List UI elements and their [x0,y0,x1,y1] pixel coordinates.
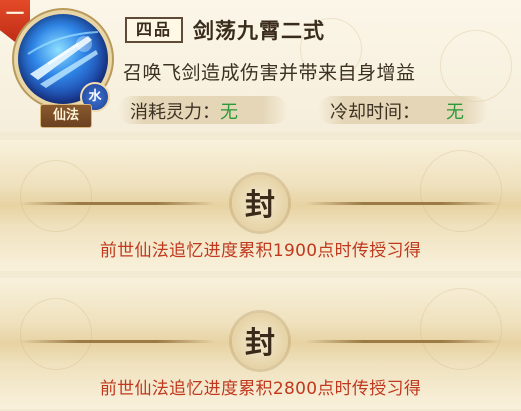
ribbon-right [305,340,500,343]
lock-seal-icon: 封 [245,188,275,223]
locked-tier-row[interactable]: 封 前世仙法追忆进度累积1900点时传授习得 [0,140,521,271]
cooldown-label: 冷却时间： [330,102,420,123]
cloud-decoration [440,30,512,102]
unlock-requirement: 前世仙法追忆进度累积2800点时传授习得 [99,379,422,399]
cooldown-value: 无 [446,102,464,123]
ribbon-left [20,202,215,205]
mana-cost-value: 无 [220,102,238,123]
lock-seal-icon: 封 [245,326,275,361]
grade-tag: 四品 [125,17,183,43]
ribbon-left [20,340,215,343]
skill-card[interactable]: 一 水 仙法 四品 剑荡九霄二式 召唤飞剑造成伤害并带来自身增益 消耗灵力： 无… [0,0,521,132]
ribbon-right [305,202,500,205]
skill-name: 剑荡九霄二式 [193,19,325,43]
skill-type-tag: 仙法 [40,104,92,128]
mana-cost-label: 消耗灵力： [130,102,220,123]
unlock-requirement: 前世仙法追忆进度累积1900点时传授习得 [99,241,422,261]
locked-tier-row[interactable]: 封 前世仙法追忆进度累积2800点时传授习得 [0,278,521,409]
skill-description: 召唤飞剑造成伤害并带来自身增益 [123,62,416,84]
